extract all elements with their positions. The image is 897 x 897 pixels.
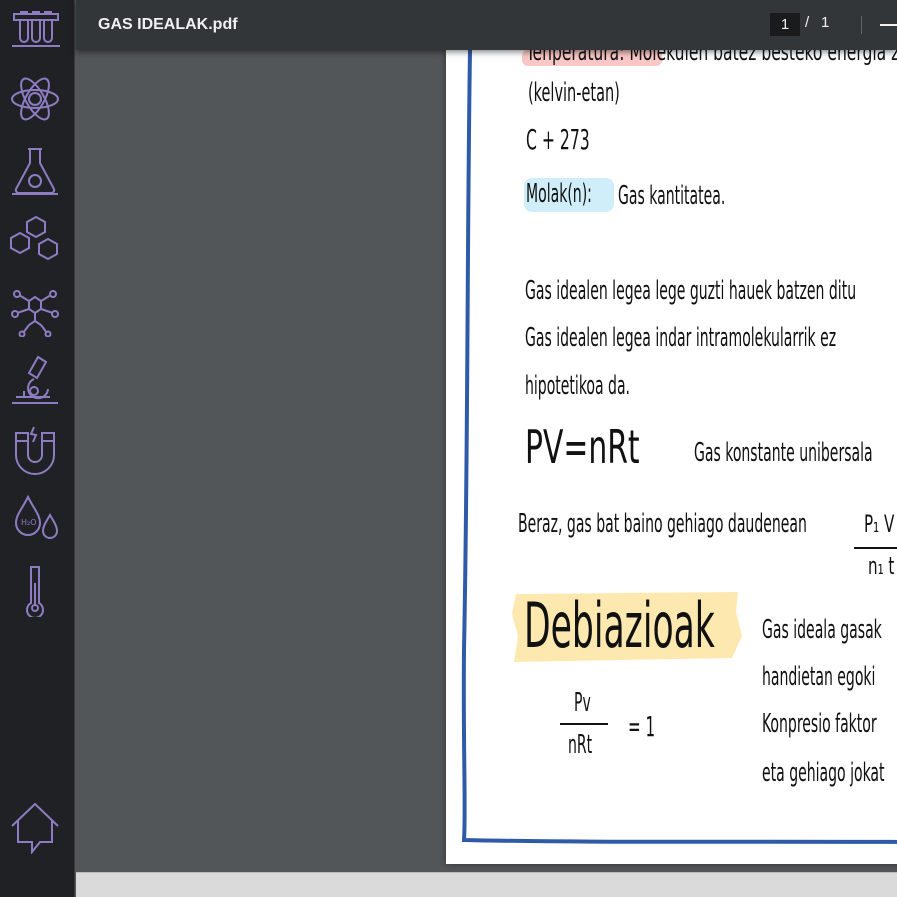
compression-equals-one: = 1 xyxy=(628,710,656,743)
deviation-line-4: eta gehiago jokat xyxy=(762,758,885,788)
page-total: 1 xyxy=(821,14,830,31)
ideal-gas-equation: PV=nRt xyxy=(525,420,640,474)
test-tubes-icon[interactable] xyxy=(8,2,62,56)
beraz-line: Beraz, gas bat baino gehiago daudenean xyxy=(518,509,807,539)
horizontal-scrollbar[interactable] xyxy=(76,872,897,897)
zoom-out-button[interactable] xyxy=(876,12,897,38)
molak-term: Molak(n): xyxy=(526,179,592,209)
fraction-numerator: P₁ V xyxy=(864,510,895,538)
deviation-line-2: handietan egoki xyxy=(762,662,876,692)
hexagon-molecule-icon[interactable] xyxy=(8,213,62,267)
compression-denominator: nRt xyxy=(568,730,593,760)
celsius-conversion: C + 273 xyxy=(526,123,590,156)
pdf-toolbar: GAS IDEALAK.pdf 1 / 1 xyxy=(76,0,897,50)
compression-fraction-bar xyxy=(560,723,608,725)
page-number-input[interactable]: 1 xyxy=(770,13,800,36)
flask-biohazard-icon[interactable] xyxy=(8,143,62,197)
partial-line: Tenperatura: Molekulen batez besteko ene… xyxy=(526,50,897,66)
thermometer-icon[interactable] xyxy=(8,563,62,619)
app-sidebar: H₂O xyxy=(0,0,75,897)
water-drops-icon[interactable]: H₂O xyxy=(8,493,62,547)
atom-icon[interactable] xyxy=(8,72,62,126)
toolbar-divider xyxy=(861,16,862,34)
pdf-page: Tenperatura: Molekulen batez besteko ene… xyxy=(446,50,897,864)
molak-definition: Gas kantitatea. xyxy=(618,181,726,211)
kelvin-note: (kelvin-etan) xyxy=(528,78,620,108)
page-separator: / xyxy=(805,14,810,31)
document-title: GAS IDEALAK.pdf xyxy=(98,16,238,33)
microscope-icon[interactable] xyxy=(8,353,62,407)
svg-text:H₂O: H₂O xyxy=(21,518,37,527)
deviation-line-3: Konpresio faktor xyxy=(762,709,877,739)
gas-constant-label: Gas konstante unibersala xyxy=(694,438,873,468)
ideal-law-line-1: Gas idealen legea lege guzti hauek batze… xyxy=(525,276,857,306)
ideal-law-line-3: hipotetikoa da. xyxy=(525,371,631,401)
magnet-icon[interactable] xyxy=(8,423,62,477)
fraction-denominator: n₁ t xyxy=(868,552,895,580)
debiazioak-heading: Debiazioak xyxy=(524,589,715,662)
deviation-line-1: Gas ideala gasak xyxy=(762,615,882,645)
molecule-network-icon[interactable] xyxy=(8,283,62,338)
fraction-bar xyxy=(854,547,897,549)
ideal-law-line-2: Gas idealen legea indar intramolekularri… xyxy=(525,323,837,353)
home-icon[interactable] xyxy=(8,800,62,855)
compression-numerator: Pv xyxy=(574,688,591,718)
